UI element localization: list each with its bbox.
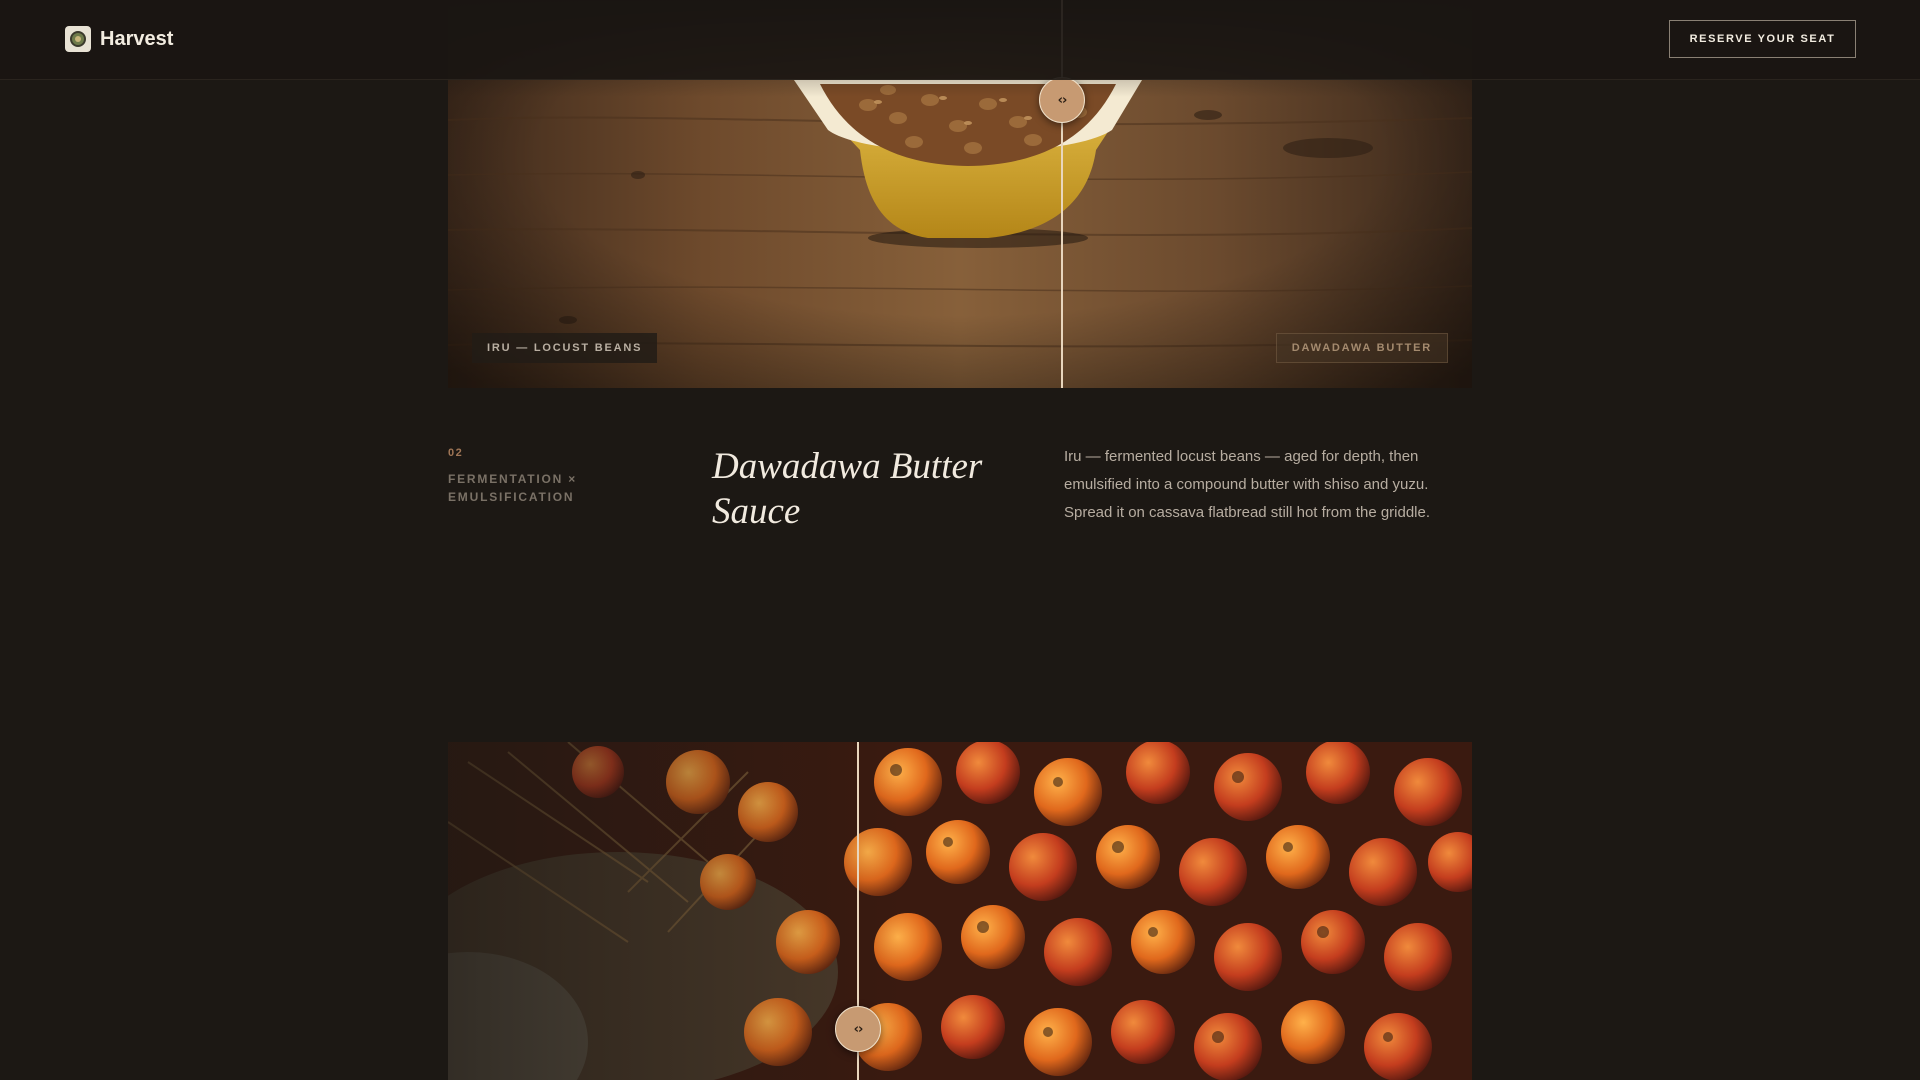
dish-title: Dawadawa Butter Sauce: [712, 446, 983, 532]
brand-name: Harvest: [100, 27, 174, 50]
dish-index: 02: [448, 447, 464, 459]
site-header: Harvest RESERVE YOUR SEAT: [0, 0, 1920, 80]
brand-logo[interactable]: Harvest: [65, 26, 173, 52]
after-label: DAWADAWA BUTTER: [1275, 333, 1448, 363]
comparison-drag-handle-icon[interactable]: ‹›: [835, 1006, 881, 1052]
before-label: IRU — LOCUST BEANS: [472, 333, 658, 363]
reserve-seat-button[interactable]: RESERVE YOUR SEAT: [1669, 20, 1856, 58]
palm-fruit-photo: [448, 742, 1472, 1080]
comparison-drag-handle-icon[interactable]: ‹›: [1039, 77, 1085, 123]
dish-technique: FERMENTATION × EMULSIFICATION: [448, 472, 578, 504]
page: Harvest RESERVE YOUR SEAT ‹› IRU — LOCUS…: [0, 0, 1920, 1080]
dish-description: Iru — fermented locust beans — aged for …: [1064, 448, 1431, 521]
comparison-slider-palm-fruit[interactable]: ‹›: [448, 742, 1472, 1080]
logo-emblem-icon: [65, 26, 91, 52]
